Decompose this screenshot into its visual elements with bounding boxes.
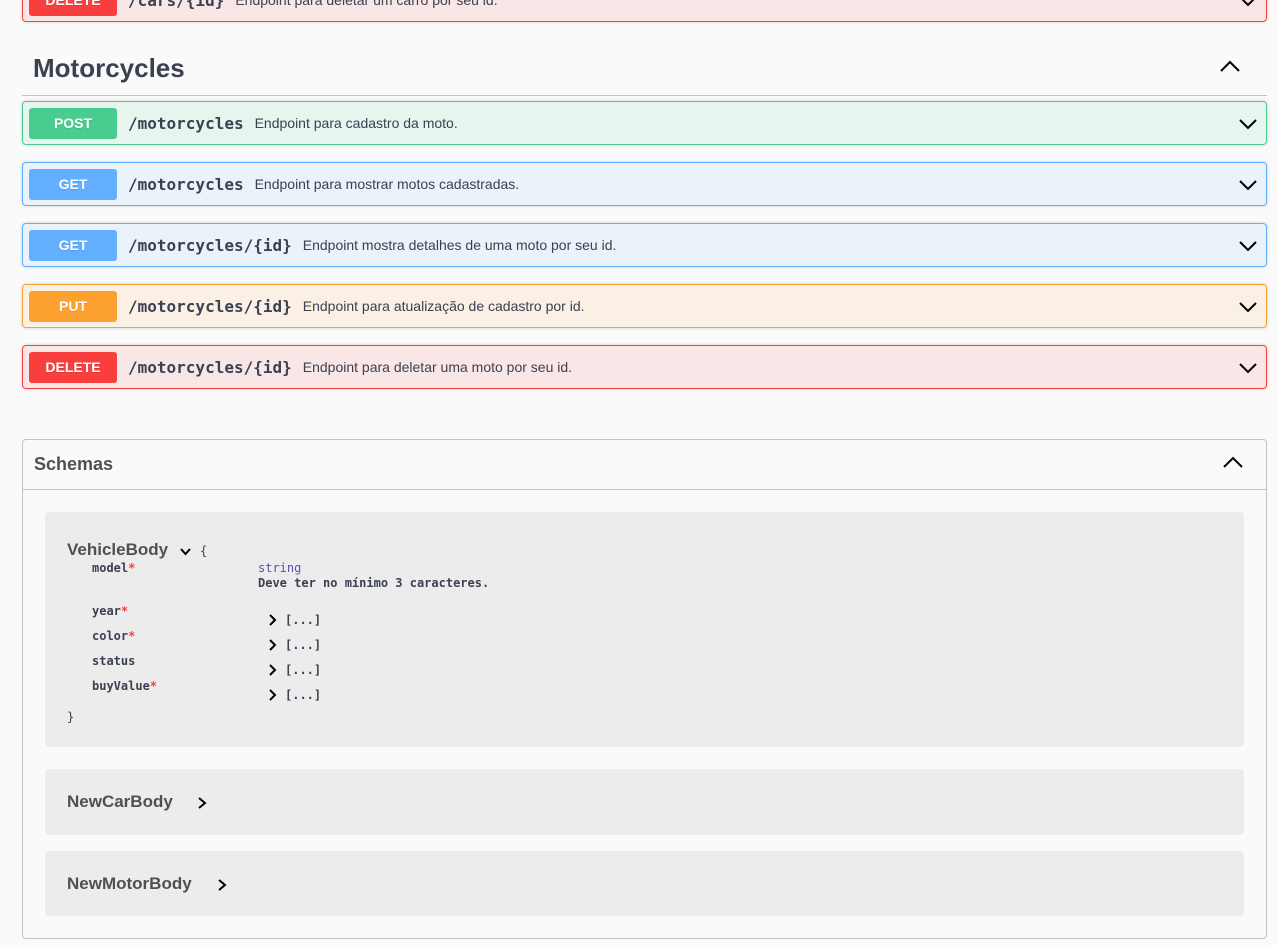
- collapsed-value: [...]: [285, 663, 322, 677]
- required-marker: *: [128, 561, 136, 575]
- required-marker: *: [120, 604, 129, 618]
- prop-label: status: [92, 654, 136, 668]
- prop-type: string: [258, 561, 302, 575]
- chevron-down-icon[interactable]: [1238, 358, 1258, 378]
- method-badge: POST: [29, 107, 117, 139]
- opblock-get-motorcycles[interactable]: GET /motorcycles Endpoint para mostrar m…: [22, 162, 1267, 206]
- chevron-right-icon: [269, 614, 277, 626]
- prop-year-expander[interactable]: [...]: [267, 613, 321, 627]
- tag-header-motorcycles[interactable]: Motorcycles: [22, 40, 1267, 96]
- schemas-title: Schemas: [34, 454, 114, 474]
- operation-path: /motorcycles/{id}: [128, 296, 292, 316]
- method-badge: DELETE: [29, 351, 117, 383]
- chevron-right-icon: [269, 689, 277, 701]
- opblock-delete-cars-id[interactable]: DELETE /cars/{id} Endpoint para deletar …: [22, 0, 1267, 22]
- schemas-header[interactable]: Schemas: [23, 440, 1266, 490]
- prop-label: color: [92, 629, 129, 643]
- collapsed-value: [...]: [285, 688, 322, 702]
- chevron-right-icon: [269, 664, 277, 676]
- operation-path: /cars/{id}: [128, 0, 225, 10]
- chevron-down-icon[interactable]: [1238, 114, 1258, 134]
- operation-path: /motorcycles/{id}: [128, 235, 292, 255]
- prop-label: year: [92, 604, 121, 618]
- prop-status-expander[interactable]: [...]: [267, 663, 321, 677]
- chevron-right-icon: [269, 639, 277, 651]
- required-marker: *: [149, 679, 158, 693]
- prop-buyvalue: buyValue*: [92, 679, 157, 693]
- chevron-down-icon[interactable]: [1238, 0, 1258, 11]
- prop-description: Deve ter no mínimo 3 caracteres.: [258, 576, 490, 590]
- schema-name: NewMotorBody: [67, 874, 192, 893]
- opblock-post-motorcycles[interactable]: POST /motorcycles Endpoint para cadastro…: [22, 101, 1267, 145]
- opblock-get-motorcycles-id[interactable]: GET /motorcycles/{id} Endpoint mostra de…: [22, 223, 1267, 267]
- operation-path: /motorcycles: [128, 174, 244, 194]
- required-marker: *: [128, 629, 136, 643]
- prop-label: buyValue: [92, 679, 150, 693]
- prop-status: status: [92, 654, 135, 668]
- schema-vehiclebody: VehicleBody { model* string Deve ter no …: [45, 512, 1244, 747]
- prop-model: model*: [92, 561, 135, 575]
- prop-color: color*: [92, 629, 135, 643]
- close-brace: }: [67, 710, 75, 724]
- tag-title: Motorcycles: [33, 53, 185, 83]
- chevron-right-icon[interactable]: [216, 878, 228, 892]
- prop-color-expander[interactable]: [...]: [267, 638, 321, 652]
- opblock-delete-motorcycles-id[interactable]: DELETE /motorcycles/{id} Endpoint para d…: [22, 345, 1267, 389]
- collapsed-value: [...]: [285, 638, 322, 652]
- prop-buyvalue-expander[interactable]: [...]: [267, 688, 321, 702]
- operation-description: Endpoint para deletar uma moto por seu i…: [302, 359, 573, 375]
- collapsed-value: [...]: [285, 613, 322, 627]
- chevron-down-icon[interactable]: [1238, 297, 1258, 317]
- method-badge: DELETE: [29, 0, 117, 16]
- prop-label: model: [92, 561, 129, 575]
- prop-year: year*: [92, 604, 128, 618]
- operation-description: Endpoint para mostrar motos cadastradas.: [254, 176, 520, 192]
- opblock-put-motorcycles-id[interactable]: PUT /motorcycles/{id} Endpoint para atua…: [22, 284, 1267, 328]
- schema-newmotorbody[interactable]: NewMotorBody: [45, 851, 1244, 916]
- schema-name: NewCarBody: [67, 792, 173, 811]
- operation-description: Endpoint para cadastro da moto.: [254, 115, 458, 131]
- method-badge: PUT: [29, 290, 117, 322]
- schemas-section: Schemas VehicleBody { model* string Deve…: [22, 439, 1267, 939]
- chevron-down-icon[interactable]: [1238, 175, 1258, 195]
- chevron-down-icon[interactable]: [1238, 236, 1258, 256]
- method-badge: GET: [29, 229, 117, 261]
- chevron-up-icon[interactable]: [1222, 452, 1244, 474]
- schema-name[interactable]: VehicleBody: [67, 540, 168, 560]
- operation-path: /motorcycles/{id}: [128, 357, 292, 377]
- operation-description: Endpoint para atualização de cadastro po…: [302, 298, 585, 314]
- open-brace: {: [200, 544, 208, 558]
- chevron-right-icon[interactable]: [196, 796, 208, 810]
- method-badge: GET: [29, 168, 117, 200]
- chevron-up-icon[interactable]: [1219, 56, 1241, 78]
- schema-newcarbody[interactable]: NewCarBody: [45, 769, 1244, 835]
- operation-description: Endpoint mostra detalhes de uma moto por…: [302, 237, 617, 253]
- operation-path: /motorcycles: [128, 113, 244, 133]
- chevron-down-icon[interactable]: [179, 545, 192, 558]
- operation-description: Endpoint para deletar um carro por seu i…: [235, 0, 498, 8]
